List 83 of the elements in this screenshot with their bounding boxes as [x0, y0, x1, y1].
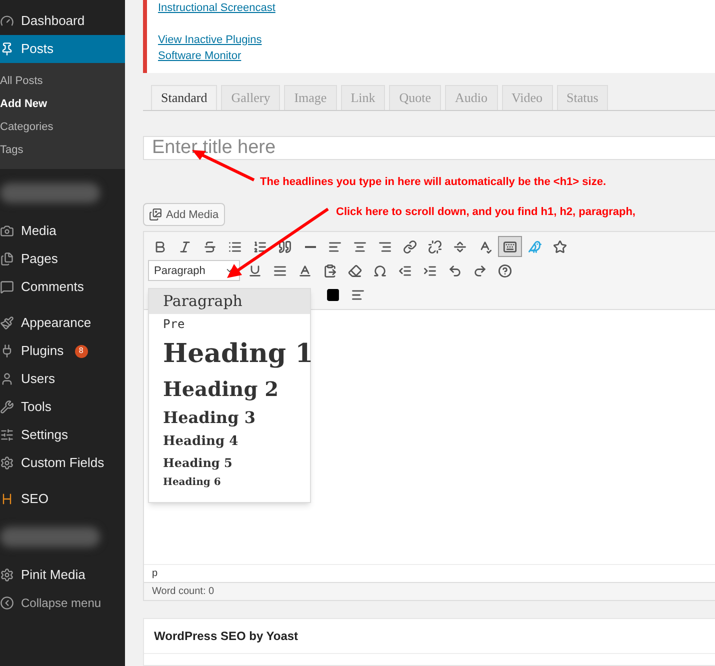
align-right-icon [378, 240, 392, 254]
sidebar-item[interactable]: Media [0, 217, 125, 245]
pin-icon [0, 42, 14, 56]
format-tab[interactable]: Standard [151, 84, 218, 110]
text-color-icon [298, 264, 312, 278]
dashboard-icon [0, 14, 14, 28]
paste-icon [323, 264, 337, 278]
sidebar-item[interactable]: Tools [0, 393, 125, 421]
redo-icon [473, 264, 487, 278]
sidebar-item[interactable]: SEO [0, 485, 125, 513]
spellcheck-icon [478, 240, 492, 254]
format-option[interactable]: Heading 3 [149, 404, 310, 431]
background-color-icon [326, 288, 340, 302]
strikethrough-icon [203, 240, 217, 254]
sidebar-item[interactable]: Pages [0, 245, 125, 273]
notice-link[interactable]: View Inactive Plugins [158, 32, 715, 48]
user-icon [0, 372, 14, 386]
sidebar-item[interactable]: Posts [0, 35, 125, 63]
toolbar-button[interactable] [498, 236, 522, 258]
align-left-icon [328, 240, 342, 254]
camera-icon [0, 224, 14, 238]
link-icon [403, 240, 417, 254]
submenu-item[interactable]: All Posts [0, 70, 125, 93]
notice-link[interactable]: Software Monitor [158, 48, 715, 64]
gear-icon [0, 456, 14, 470]
align-left-icon [351, 288, 365, 302]
count-badge: 8 [74, 344, 88, 358]
sidebar-item[interactable]: Plugins 8 [0, 337, 125, 365]
annotation-text: The headlines you type in here will automatically be the <h1> size. [260, 175, 606, 190]
sidebar-item[interactable]: Comments [0, 273, 125, 301]
indent-icon [423, 264, 437, 278]
wrench-icon [0, 400, 14, 414]
format-select[interactable]: Paragraph [148, 260, 240, 282]
annotation-text: Click here to scroll down, and you find h1, h2, paragraph, [336, 205, 636, 220]
format-option[interactable]: Heading 5 [149, 452, 310, 474]
sidebar-item[interactable]: Collapse menu [0, 589, 125, 617]
submenu-item[interactable]: Categories [0, 116, 125, 139]
submenu-item[interactable]: Tags [0, 139, 125, 162]
underline-icon [248, 264, 262, 278]
sidebar-item[interactable]: Appearance [0, 309, 125, 337]
media-icon [149, 208, 162, 222]
undo-icon [448, 264, 462, 278]
align-center-icon [353, 240, 367, 254]
unlink-icon [428, 240, 442, 254]
bullet-list-icon [228, 240, 242, 254]
panel-title: WordPress SEO by Yoast [144, 619, 715, 654]
speech-bubble-icon [0, 280, 14, 294]
format-option[interactable]: Heading 4 [149, 430, 310, 453]
format-option[interactable]: Heading 6 [149, 474, 310, 492]
gear-icon [0, 568, 14, 582]
title-field[interactable]: Enter title here [143, 136, 715, 160]
outdent-icon [398, 264, 412, 278]
notice-link[interactable]: Instructional Screencast [158, 0, 715, 16]
read-more-icon [453, 240, 467, 254]
format-option[interactable]: Paragraph [149, 289, 310, 314]
seo-icon [0, 492, 14, 506]
format-option[interactable]: Heading 1 [149, 335, 310, 374]
keyboard-icon [503, 240, 517, 254]
omega-icon [373, 264, 387, 278]
sliders-icon [0, 428, 14, 442]
sidebar-item[interactable]: Users [0, 365, 125, 393]
numbered-list-icon [253, 240, 267, 254]
brush-icon [0, 316, 14, 330]
quote-icon [278, 240, 292, 254]
sidebar-item[interactable]: Pinit Media [0, 561, 125, 589]
collapse-icon [0, 596, 14, 610]
sidebar-item[interactable]: Dashboard [0, 7, 125, 35]
pages-icon [0, 252, 14, 266]
sidebar-item[interactable]: Settings [0, 421, 125, 449]
justify-icon [273, 264, 287, 278]
italic-icon [178, 240, 192, 254]
bold-icon [153, 240, 167, 254]
format-option[interactable]: Heading 2 [149, 374, 310, 405]
submenu-item[interactable]: Add New [0, 93, 125, 116]
help-icon [498, 264, 512, 278]
format-option[interactable]: Pre [149, 314, 310, 336]
eraser-icon [348, 264, 362, 278]
sidebar-item[interactable]: Custom Fields [0, 449, 125, 477]
word-count: Word count: 0 [144, 582, 715, 600]
add-media-button[interactable]: Add Media [143, 203, 225, 226]
plug-icon [0, 344, 14, 358]
star-icon [553, 240, 567, 254]
bird-icon [528, 240, 542, 254]
